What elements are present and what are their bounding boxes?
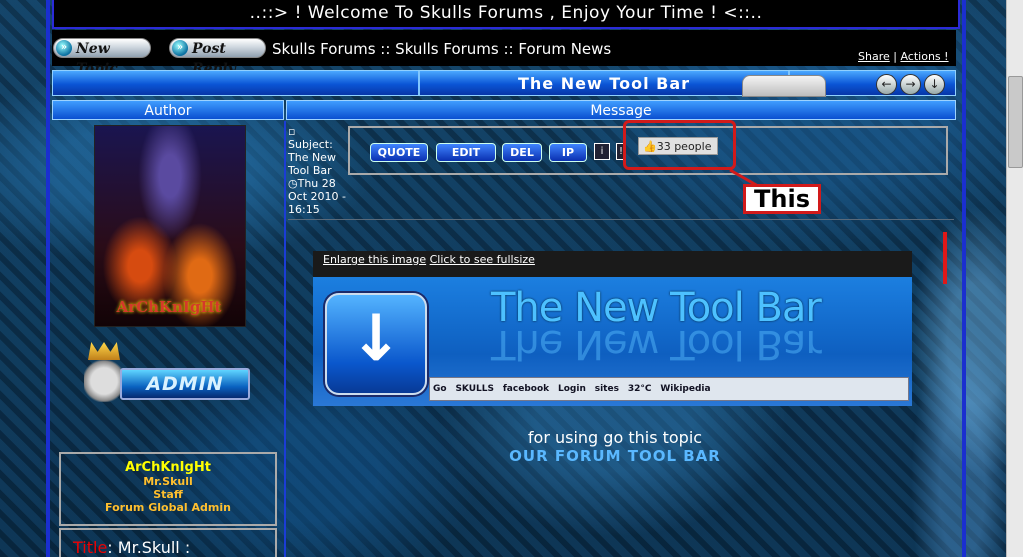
next-topic-icon[interactable]: → — [900, 74, 921, 95]
fullsize-link[interactable]: Click to see fullsize — [430, 253, 535, 266]
admin-badge: ADMIN — [84, 342, 250, 404]
scrollbar-thumb[interactable] — [1008, 76, 1023, 168]
crown-skull-icon — [84, 342, 124, 402]
post-image: Enlarge this image Click to see fullsize… — [313, 251, 912, 406]
ip-button[interactable]: IP — [549, 143, 587, 162]
previous-topic-icon[interactable]: ← — [876, 74, 897, 95]
welcome-banner: ..::> ! Welcome To Skulls Forums , Enjoy… — [52, 0, 960, 29]
post-separator — [288, 219, 954, 220]
toolbar-preview-weather: 32°C — [627, 384, 652, 394]
topic-title: The New Tool Bar — [418, 71, 790, 95]
top-links-separator: | — [893, 50, 897, 63]
subject-text: The New Tool Bar — [288, 151, 336, 177]
topic-nav: ← → ↓ — [876, 73, 948, 95]
avatar-text: ArChKnIgHt — [116, 298, 222, 316]
post-date: Thu 28 Oct 2010 - 16:15 — [288, 177, 346, 216]
image-banner-reflection: The New Tool Bar — [491, 321, 821, 367]
top-links: Share | Actions ! — [858, 50, 949, 63]
image-links: Enlarge this image Click to see fullsize — [323, 253, 535, 266]
post-caption: for using go this topic OUR FORUM TOOL B… — [460, 428, 770, 465]
subject-label: Subject: — [288, 138, 333, 151]
download-arrow-icon: ↓ — [325, 293, 427, 395]
annotation-label: This — [743, 184, 821, 214]
toolbar-image[interactable]: ↓ The New Tool Bar The New Tool Bar Go S… — [313, 277, 912, 406]
post-scroll-indicator[interactable] — [943, 232, 947, 284]
quote-button[interactable]: QUOTE — [370, 143, 428, 162]
author-title: Title: Mr.Skull : — [59, 528, 277, 557]
avatar[interactable] — [94, 125, 246, 327]
toolbar-preview-go: Go — [433, 384, 447, 394]
author-column-header: Author — [52, 100, 284, 120]
enlarge-link[interactable]: Enlarge this image — [323, 253, 426, 266]
toolbar-preview-facebook: facebook — [502, 384, 550, 394]
toolbar-preview-sites: sites — [594, 384, 619, 394]
document-icon: ▫ — [288, 125, 296, 138]
post-subject: ▫ Subject: The New Tool Bar ◷Thu 28 Oct … — [288, 125, 348, 216]
actions-link[interactable]: Actions ! — [900, 50, 948, 63]
share-link[interactable]: Share — [858, 50, 890, 63]
go-down-icon[interactable]: ↓ — [924, 74, 945, 95]
edit-button[interactable]: EDIT — [436, 143, 496, 162]
message-column-header: Message — [286, 100, 956, 120]
author-profile: ArChKnIgHt Mr.Skull Staff Forum Global A… — [59, 452, 277, 526]
new-topic-icon: » — [56, 40, 72, 56]
author-rank-1: Mr.Skull — [143, 475, 193, 488]
toolbar-preview-login: Login — [558, 384, 586, 394]
clock-icon: ◷ — [288, 177, 298, 190]
breadcrumb[interactable]: Skulls Forums :: Skulls Forums :: Forum … — [272, 40, 611, 58]
new-topic-button[interactable]: » New Topic — [53, 38, 151, 77]
admin-badge-label: ADMIN — [120, 368, 250, 400]
info-icon[interactable]: i — [594, 143, 610, 160]
author-username[interactable]: ArChKnIgHt — [61, 460, 275, 475]
post-reply-icon: » — [172, 40, 188, 56]
toolbar-preview: Go SKULLS facebook Login sites 32°C Wiki… — [429, 377, 909, 401]
author-title-value: : Mr.Skull : — [107, 538, 191, 557]
delete-button[interactable]: DEL — [502, 143, 542, 162]
post-reply-button[interactable]: » Post Reply — [169, 38, 266, 77]
title-scroll-tab[interactable] — [742, 75, 826, 97]
author-rank-3: Forum Global Admin — [105, 501, 231, 514]
caption-link[interactable]: OUR FORUM TOOL BAR — [460, 447, 770, 465]
author-rank-2: Staff — [153, 488, 183, 501]
toolbar-preview-skulls: SKULLS — [455, 384, 495, 394]
annotation-highlight — [623, 120, 736, 170]
caption-line-1: for using go this topic — [527, 428, 703, 447]
toolbar-preview-wikipedia: Wikipedia — [660, 384, 711, 394]
author-title-label: Title — [73, 538, 108, 557]
